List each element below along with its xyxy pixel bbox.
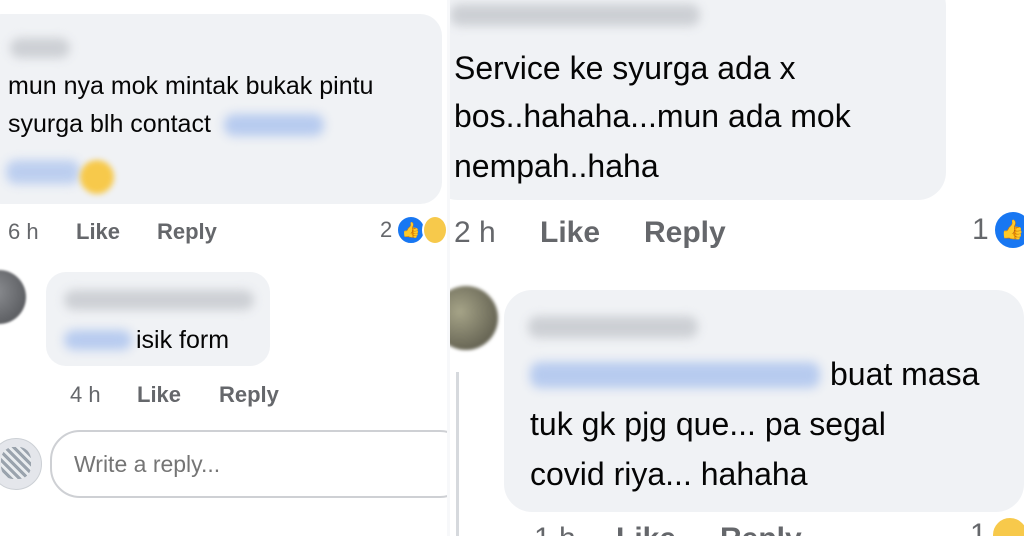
redacted-mention-continuation[interactable] bbox=[6, 160, 80, 184]
reply-reply-link[interactable]: Reply bbox=[219, 382, 279, 408]
reaction-count: 1 bbox=[972, 213, 989, 246]
reply-text: isik form bbox=[136, 326, 230, 354]
redacted-author-name[interactable] bbox=[450, 4, 700, 26]
haha-reaction-icon bbox=[422, 215, 448, 245]
reply-text-line-3: covid riya... hahaha bbox=[530, 456, 808, 492]
reply-text-line-1: buat masa bbox=[830, 356, 980, 392]
comment-text-line-3: nempah..haha bbox=[454, 148, 659, 184]
comment-text-line-2: syurga blh contact bbox=[8, 110, 324, 139]
reply-reply-link[interactable]: Reply bbox=[720, 522, 802, 536]
reply-link[interactable]: Reply bbox=[644, 216, 726, 250]
reply-bubble: buat masa tuk gk pjg que... pa segal cov… bbox=[504, 290, 1024, 512]
like-link[interactable]: Like bbox=[540, 216, 600, 250]
reply-timestamp: 1 h bbox=[534, 522, 576, 536]
write-reply-input[interactable] bbox=[50, 430, 448, 498]
reply-avatar[interactable] bbox=[0, 270, 26, 324]
current-user-avatar bbox=[0, 438, 42, 490]
reply-bubble: isik form bbox=[46, 272, 270, 366]
reply-like-link[interactable]: Like bbox=[616, 522, 676, 536]
reaction-count: 2 bbox=[380, 217, 393, 242]
comment-timestamp: 2 h bbox=[454, 216, 496, 249]
left-screenshot-panel: mun nya mok mintak bukak pintu syurga bl… bbox=[0, 0, 448, 536]
comment-text-line-1: mun nya mok mintak bukak pintu bbox=[8, 72, 374, 100]
comment-bubble: Service ke syurga ada x bos..hahaha...mu… bbox=[450, 0, 946, 200]
avatar-illustration-icon bbox=[1, 447, 31, 479]
right-screenshot-panel: Service ke syurga ada x bos..hahaha...mu… bbox=[450, 0, 1024, 536]
reply-avatar[interactable] bbox=[450, 286, 498, 350]
reaction-summary[interactable]: 1 👍 bbox=[972, 210, 1024, 250]
comment-text-line-1: Service ke syurga ada x bbox=[454, 50, 796, 86]
reaction-summary[interactable]: 2 👍 bbox=[380, 215, 448, 245]
like-link[interactable]: Like bbox=[76, 219, 120, 245]
reply-timestamp: 4 h bbox=[70, 382, 101, 407]
redacted-author-name[interactable] bbox=[64, 290, 254, 310]
redacted-mention[interactable] bbox=[64, 330, 132, 350]
comment-timestamp: 6 h bbox=[8, 219, 39, 244]
redacted-mention[interactable] bbox=[223, 114, 324, 137]
redacted-author-name[interactable] bbox=[528, 316, 698, 338]
reply-text-line-2: tuk gk pjg que... pa segal bbox=[530, 406, 886, 442]
reply-link[interactable]: Reply bbox=[157, 219, 217, 245]
redacted-author-name[interactable] bbox=[10, 38, 70, 58]
like-reaction-icon: 👍 bbox=[992, 210, 1024, 250]
reply-like-link[interactable]: Like bbox=[137, 382, 181, 408]
reaction-summary[interactable]: 1 bbox=[970, 516, 1024, 536]
comment-text-line-2: bos..hahaha...mun ada mok bbox=[454, 98, 851, 134]
emoji-icon bbox=[80, 160, 114, 194]
reaction-count: 1 bbox=[970, 518, 987, 536]
redacted-mention[interactable] bbox=[530, 362, 820, 388]
thread-connector-line bbox=[456, 372, 459, 536]
haha-reaction-icon bbox=[990, 516, 1024, 536]
comment-bubble: mun nya mok mintak bukak pintu syurga bl… bbox=[0, 14, 442, 204]
comment-text: syurga blh contact bbox=[8, 110, 211, 138]
